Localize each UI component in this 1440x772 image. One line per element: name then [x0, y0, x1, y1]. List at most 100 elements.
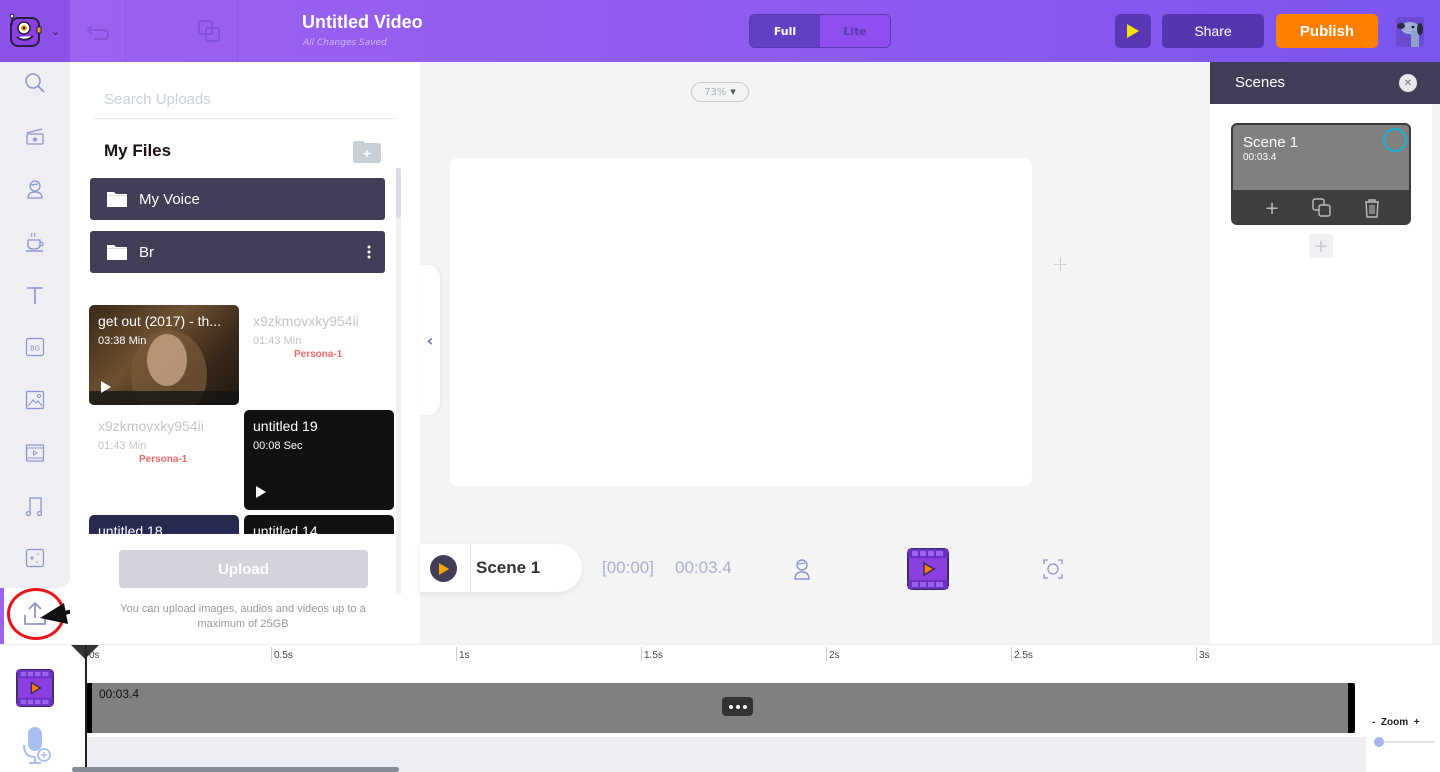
more-vertical-icon[interactable]: [367, 244, 371, 260]
more-options-button[interactable]: [722, 697, 753, 716]
mode-toggle: Full Lite: [749, 14, 891, 48]
add-icon[interactable]: +: [1262, 198, 1282, 219]
ruler-label: 2s: [829, 650, 840, 661]
save-status: All Changes Saved: [303, 38, 387, 48]
music-icon: [25, 497, 43, 517]
sidebar-item-music[interactable]: [22, 493, 48, 519]
clip-end-handle[interactable]: [1348, 683, 1355, 733]
share-button[interactable]: Share: [1162, 14, 1264, 48]
folder-item[interactable]: Br: [90, 231, 385, 273]
add-scene-plus-icon[interactable]: +: [1052, 252, 1069, 276]
folder-item[interactable]: My Voice: [90, 178, 385, 220]
scrollbar-track[interactable]: [1432, 104, 1440, 644]
file-name: x9zkmovxky954ii: [253, 313, 359, 329]
folder-icon: [107, 192, 127, 207]
top-bar: ⌄ Untitled Video All Changes Saved Full …: [0, 0, 1440, 62]
preview-button[interactable]: [1115, 14, 1151, 48]
ruler-tick: [1011, 647, 1012, 661]
scenes-panel: Scenes ✕ Scene 1 00:03.4 + +: [1210, 62, 1440, 644]
sidebar-item-videos[interactable]: [22, 440, 48, 466]
file-name: untitled 19: [253, 418, 318, 434]
file-item[interactable]: x9zkmovxky954ii 01:43 Min Persona-1: [89, 410, 239, 510]
scene-canvas[interactable]: [450, 158, 1032, 486]
zoom-out-button[interactable]: -: [1372, 717, 1375, 728]
publish-button[interactable]: Publish: [1276, 14, 1378, 48]
upload-note: You can upload images, audios and videos…: [120, 603, 366, 630]
file-item[interactable]: untitled 19 00:08 Sec: [244, 410, 394, 510]
user-avatar[interactable]: [1396, 17, 1424, 47]
file-name: untitled 18: [98, 523, 163, 534]
clip-start-handle[interactable]: [87, 683, 92, 733]
duplicate-icon[interactable]: [196, 18, 224, 44]
ruler-label: 2.5s: [1014, 650, 1033, 661]
file-duration: 01:43 Min: [98, 440, 147, 452]
ruler-tick: [826, 647, 827, 661]
app-menu-button[interactable]: ⌄: [0, 0, 70, 62]
canvas-zoom-select[interactable]: 73% ▼: [691, 82, 749, 102]
trash-icon[interactable]: [1362, 198, 1382, 218]
zoom-in-button[interactable]: +: [1414, 717, 1420, 728]
file-name: untitled 14: [253, 523, 318, 534]
scene-card-actions: +: [1233, 190, 1409, 223]
mode-lite-button[interactable]: Lite: [820, 15, 890, 47]
playhead-line[interactable]: [85, 645, 87, 767]
scene-card-name: Scene 1: [1243, 134, 1299, 151]
uploads-panel: My Files My Voice Br get out (2017) - th…: [70, 62, 420, 644]
play-icon[interactable]: [101, 381, 111, 393]
sidebar-rail: BG: [0, 62, 70, 588]
file-item[interactable]: untitled 18: [89, 515, 239, 534]
upload-button[interactable]: Upload: [119, 550, 368, 588]
sidebar-item-images[interactable]: [22, 387, 48, 413]
file-item[interactable]: untitled 14: [244, 515, 394, 534]
undo-icon[interactable]: [84, 18, 112, 44]
search-icon: [25, 73, 45, 93]
timeline: 0s 0.5s 1s 1.5s 2s 2.5s 3s 00:03.4 - Zoom +: [0, 644, 1440, 772]
folder-icon: [107, 245, 127, 260]
zoom-slider-knob[interactable]: [1374, 737, 1384, 747]
screenshot-icon[interactable]: [1042, 558, 1064, 580]
clip-duration: 00:03.4: [99, 687, 140, 701]
timeline-scrollbar[interactable]: [72, 767, 399, 772]
video-scene-icon[interactable]: [907, 548, 949, 590]
clapperboard-icon: [26, 128, 44, 145]
close-icon[interactable]: ✕: [1399, 74, 1417, 92]
file-item[interactable]: x9zkmovxky954ii 01:43 Min Persona-1: [244, 305, 394, 405]
app-logo-icon: [9, 13, 42, 47]
add-scene-button[interactable]: +: [1309, 234, 1333, 258]
file-item[interactable]: get out (2017) - th... 03:38 Min: [89, 305, 239, 405]
bg-icon: BG: [25, 337, 45, 357]
mode-full-button[interactable]: Full: [750, 15, 820, 47]
play-scene-button[interactable]: [430, 555, 457, 582]
scene-card[interactable]: Scene 1 00:03.4 +: [1231, 123, 1411, 225]
persona-tag: Persona-1: [294, 349, 343, 360]
sidebar-item-text[interactable]: [22, 282, 48, 308]
collapse-panel-button[interactable]: ‹: [420, 265, 440, 415]
zoom-label: Zoom: [1380, 717, 1409, 728]
character-icon[interactable]: [791, 558, 813, 580]
scene-start-time: [00:00]: [602, 558, 654, 577]
ruler-tick: [1196, 647, 1197, 661]
effects-icon: [25, 548, 45, 568]
scene-duration[interactable]: 00:03.4: [675, 558, 732, 578]
video-track-icon[interactable]: [16, 669, 54, 707]
coffee-cup-icon: [26, 232, 44, 252]
sidebar-item-props[interactable]: [22, 229, 48, 255]
sidebar-item-backgrounds[interactable]: BG: [22, 334, 48, 360]
video-track-clip[interactable]: 00:03.4: [87, 683, 1355, 733]
video-title[interactable]: Untitled Video: [302, 12, 423, 33]
divider: [125, 0, 126, 62]
sidebar-item-templates[interactable]: [22, 123, 48, 149]
scene-select-ring[interactable]: [1383, 128, 1407, 152]
search-uploads-input[interactable]: [104, 86, 394, 112]
file-duration: 01:43 Min: [253, 335, 302, 347]
add-voice-icon[interactable]: [20, 725, 52, 765]
sidebar-item-effects[interactable]: [22, 545, 48, 571]
duplicate-icon[interactable]: [1312, 198, 1332, 218]
section-title: My Files: [104, 141, 172, 160]
sidebar-item-characters[interactable]: [22, 176, 48, 202]
sidebar-item-search[interactable]: [22, 70, 48, 96]
scrollbar-thumb[interactable]: [396, 168, 401, 218]
play-icon[interactable]: [256, 486, 266, 498]
image-icon: [25, 390, 45, 410]
new-folder-button[interactable]: [353, 141, 381, 163]
